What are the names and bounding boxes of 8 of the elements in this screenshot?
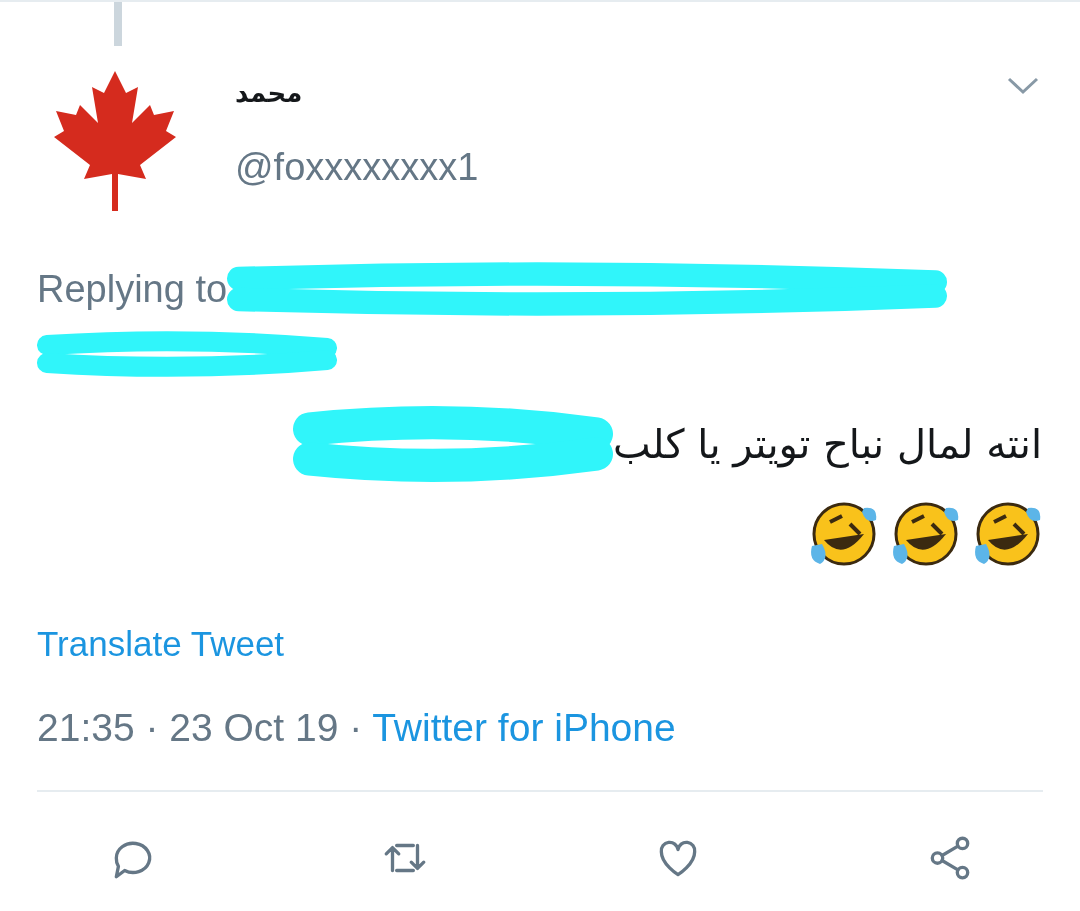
- author-name: محمد: [235, 78, 304, 108]
- author-handle: @foxxxxxxxx1: [235, 146, 480, 189]
- source-link[interactable]: Twitter for iPhone: [372, 706, 676, 750]
- chevron-down-icon[interactable]: [1006, 76, 1040, 96]
- replying-to-label: Replying to: [37, 267, 228, 311]
- timestamp: 21:35 · 23 Oct 19 ·: [37, 706, 363, 750]
- translate-link[interactable]: Translate Tweet: [37, 624, 1080, 664]
- tweet-text: انته لمال نباح تويتر يا كلب: [612, 421, 1042, 467]
